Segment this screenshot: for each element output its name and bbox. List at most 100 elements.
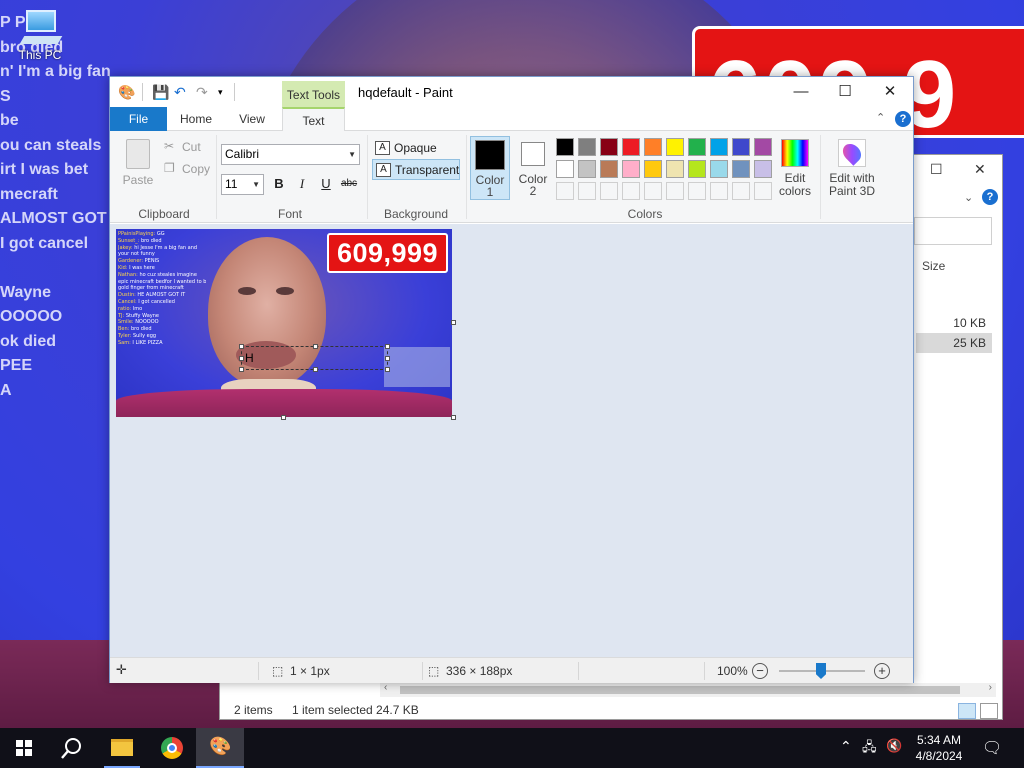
palette-swatch[interactable] <box>556 160 574 178</box>
help-icon[interactable]: ? <box>895 111 911 127</box>
color1-button[interactable]: Color 1 <box>470 136 510 200</box>
palette-custom-slot[interactable] <box>622 182 640 200</box>
clock[interactable]: 5:34 AM 4/8/2024 <box>910 732 968 764</box>
taskbar-file-explorer[interactable] <box>98 728 146 768</box>
notifications-icon[interactable]: 🗨 <box>982 738 1002 758</box>
underline-button[interactable]: U <box>316 174 336 194</box>
italic-button[interactable]: I <box>292 174 312 194</box>
palette-swatch[interactable] <box>600 160 618 178</box>
palette-custom-slot[interactable] <box>556 182 574 200</box>
palette-swatch[interactable] <box>710 160 728 178</box>
edit-with-paint3d-button[interactable]: Edit with Paint 3D <box>826 136 878 198</box>
transparent-option[interactable]: A Transparent <box>372 159 460 180</box>
selection-size-icon: ⬚ <box>272 664 284 678</box>
minimize-button[interactable]: — <box>778 77 824 107</box>
palette-swatch[interactable] <box>666 138 684 156</box>
paint-icon: 🎨 <box>209 736 232 756</box>
chat-message: bro died <box>140 237 162 244</box>
close-icon[interactable]: ✕ <box>974 161 986 178</box>
column-header-size[interactable]: Size <box>922 259 945 273</box>
horizontal-scrollbar[interactable]: ‹ › <box>380 682 996 697</box>
maximize-button[interactable]: ☐ <box>822 77 868 107</box>
palette-swatch[interactable] <box>688 138 706 156</box>
edit-colors-button[interactable]: Edit colors <box>776 136 814 198</box>
chevron-down-icon[interactable]: ⌄ <box>964 191 973 204</box>
maximize-icon[interactable]: ☐ <box>930 161 943 178</box>
volume-muted-icon[interactable]: 🔇 <box>886 738 902 754</box>
font-size-select[interactable]: 11 ▼ <box>221 174 264 195</box>
paint-app-icon[interactable]: 🎨 <box>118 84 135 101</box>
opaque-option[interactable]: A Opaque <box>372 138 460 159</box>
font-family-select[interactable]: Calibri ▼ <box>221 144 360 165</box>
details-view-icon[interactable] <box>958 703 976 719</box>
save-icon[interactable]: 💾 <box>152 84 169 101</box>
palette-custom-slot[interactable] <box>644 182 662 200</box>
search-icon <box>61 738 81 759</box>
tab-home[interactable]: Home <box>168 107 224 131</box>
help-icon[interactable]: ? <box>982 189 998 205</box>
close-button[interactable]: ✕ <box>867 77 913 107</box>
palette-swatch[interactable] <box>556 138 574 156</box>
chat-line: Smile: NOOOOO <box>118 319 206 326</box>
chat-username: Nathan: <box>118 271 140 278</box>
palette-swatch[interactable] <box>710 138 728 156</box>
palette-swatch[interactable] <box>622 138 640 156</box>
tab-file[interactable]: File <box>110 107 167 131</box>
tab-view[interactable]: View <box>224 107 280 131</box>
chat-username: Cancel: <box>118 298 139 305</box>
zoom-in-button[interactable]: + <box>874 663 890 679</box>
customize-qat-icon[interactable]: ▾ <box>218 87 223 98</box>
search-button[interactable] <box>48 728 96 768</box>
undo-icon[interactable]: ↶ <box>174 84 186 101</box>
file-row-size-selected[interactable]: 25 KB <box>916 333 992 353</box>
bold-button[interactable]: B <box>269 174 289 194</box>
palette-swatch[interactable] <box>578 138 596 156</box>
palette-swatch[interactable] <box>732 138 750 156</box>
chat-line: Sunset_: bro died <box>118 238 206 245</box>
palette-swatch[interactable] <box>644 160 662 178</box>
zoom-slider-thumb[interactable] <box>816 663 826 679</box>
tab-text[interactable]: Text <box>282 107 345 132</box>
paste-button[interactable]: Paste <box>118 137 158 189</box>
palette-custom-slot[interactable] <box>710 182 728 200</box>
file-row-size[interactable]: 10 KB <box>916 313 992 333</box>
palette-custom-slot[interactable] <box>688 182 706 200</box>
palette-swatch[interactable] <box>754 138 772 156</box>
text-box-selection[interactable]: H <box>239 344 390 372</box>
palette-custom-slot[interactable] <box>600 182 618 200</box>
taskbar-chrome[interactable] <box>148 728 196 768</box>
resize-handle-corner[interactable] <box>451 415 456 420</box>
palette-swatch[interactable] <box>732 160 750 178</box>
desktop-icon-this-pc[interactable]: This PC <box>12 8 68 62</box>
show-hidden-icons[interactable]: ⌃ <box>840 738 852 755</box>
color2-button[interactable]: Color 2 <box>513 136 553 200</box>
palette-swatch[interactable] <box>754 160 772 178</box>
typed-text[interactable]: H <box>245 351 254 365</box>
palette-swatch[interactable] <box>622 160 640 178</box>
chat-message: HE ALMOST GOT IT <box>137 292 186 299</box>
network-icon[interactable]: 🖧 <box>862 738 877 760</box>
palette-custom-slot[interactable] <box>578 182 596 200</box>
palette-swatch[interactable] <box>688 160 706 178</box>
collapse-ribbon-icon[interactable]: ⌃ <box>876 111 885 124</box>
taskbar-paint[interactable]: 🎨 <box>196 728 244 768</box>
palette-swatch[interactable] <box>644 138 662 156</box>
redo-icon[interactable]: ↷ <box>196 84 208 101</box>
start-button[interactable] <box>0 728 48 768</box>
large-icons-view-icon[interactable] <box>980 703 998 719</box>
ribbon-tabs: File Home View Text ⌃ ? <box>110 107 913 132</box>
palette-custom-slot[interactable] <box>732 182 750 200</box>
chat-line: Nathan: ho cuz steales imagine <box>118 272 206 279</box>
palette-swatch[interactable] <box>666 160 684 178</box>
resize-handle-bottom[interactable] <box>281 415 286 420</box>
zoom-out-button[interactable]: − <box>752 663 768 679</box>
palette-swatch[interactable] <box>578 160 596 178</box>
canvas-image[interactable]: 609,999 PPainisPlaying: GG Sunset_: bro d… <box>116 229 452 417</box>
strikethrough-button[interactable]: abc <box>339 174 359 194</box>
resize-handle-right[interactable] <box>451 320 456 325</box>
palette-custom-slot[interactable] <box>754 182 772 200</box>
palette-swatch[interactable] <box>600 138 618 156</box>
chat-message: I got cancelled <box>138 298 175 305</box>
palette-custom-slot[interactable] <box>666 182 684 200</box>
search-input[interactable] <box>914 217 992 245</box>
